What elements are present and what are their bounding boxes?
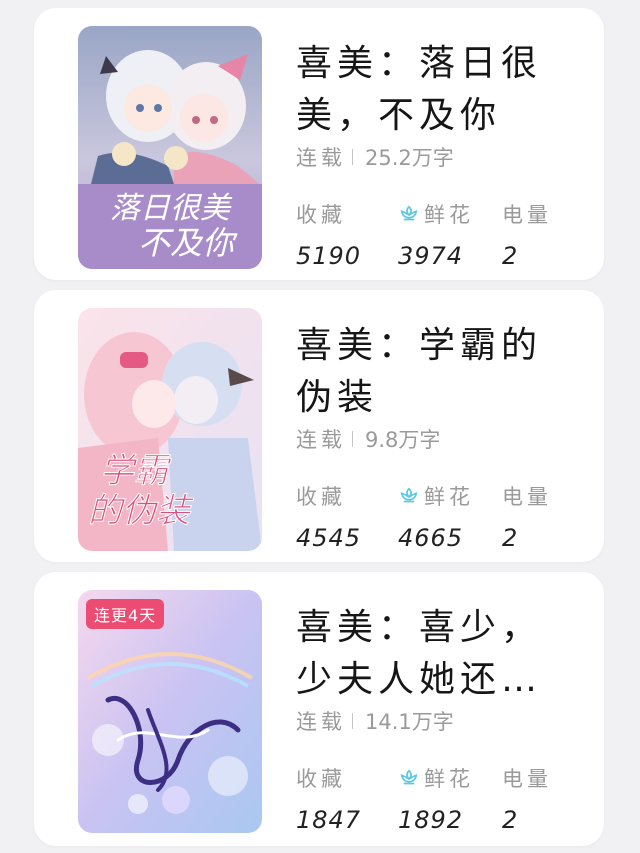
flower-icon — [400, 205, 418, 221]
stat-flowers: 鲜花 3974 — [398, 200, 474, 272]
svg-text:不及你: 不及你 — [138, 224, 238, 262]
stat-label: 鲜花 — [424, 767, 474, 791]
book-list: 落日很美 不及你 喜美：落日很美，不及你 连载 25.2万字 收藏 5190 鲜… — [0, 0, 640, 853]
book-cover-art: 落日很美 不及你 — [78, 26, 262, 269]
stat-value: 1847 — [296, 806, 362, 834]
stat-value: 2 — [502, 806, 519, 834]
svg-text:的伪装: 的伪装 — [88, 491, 194, 531]
stat-favorites: 收藏 4545 — [296, 482, 361, 554]
book-title[interactable]: 喜美：落日很美，不及你 — [296, 38, 566, 142]
stat-value: 3974 — [398, 242, 464, 270]
book-meta: 连载 25.2万字 — [296, 144, 454, 170]
stat-value: 2 — [502, 242, 519, 270]
stat-label: 电量 — [502, 203, 552, 227]
stat-flowers: 鲜花 1892 — [398, 764, 474, 836]
svg-text:学霸: 学霸 — [100, 451, 172, 491]
book-stats: 收藏 4545 鲜花 4665 电量 2 — [296, 482, 586, 562]
stat-value: 5190 — [296, 242, 362, 270]
update-streak-badge: 连更4天 — [86, 599, 165, 629]
stat-value: 2 — [502, 524, 519, 552]
book-meta: 连载 9.8万字 — [296, 426, 440, 452]
book-title[interactable]: 喜美：喜少，少夫人她还… — [296, 602, 566, 706]
stat-power: 电量 2 — [502, 482, 552, 554]
flower-icon — [400, 487, 418, 503]
word-count: 14.1万字 — [365, 710, 454, 734]
stat-label: 电量 — [502, 485, 552, 509]
stat-power: 电量 2 — [502, 200, 552, 272]
book-stats: 收藏 5190 鲜花 3974 电量 2 — [296, 200, 586, 280]
book-meta: 连载 14.1万字 — [296, 708, 454, 734]
stat-value: 4545 — [296, 524, 362, 552]
status-label: 连载 — [296, 710, 346, 734]
stat-label: 鲜花 — [424, 203, 474, 227]
stat-value: 4665 — [398, 524, 464, 552]
book-cover[interactable]: 学霸 的伪装 — [78, 308, 262, 551]
stat-label: 收藏 — [296, 485, 346, 509]
stat-flowers: 鲜花 4665 — [398, 482, 474, 554]
word-count: 25.2万字 — [365, 146, 454, 170]
word-count: 9.8万字 — [365, 428, 441, 452]
stat-favorites: 收藏 5190 — [296, 200, 361, 272]
stat-label: 收藏 — [296, 203, 346, 227]
stat-power: 电量 2 — [502, 764, 552, 836]
stat-label: 收藏 — [296, 767, 346, 791]
meta-divider — [352, 149, 353, 165]
book-cover[interactable]: 连更4天 — [78, 590, 262, 833]
stat-label: 电量 — [502, 767, 552, 791]
meta-divider — [352, 713, 353, 729]
stat-favorites: 收藏 1847 — [296, 764, 361, 836]
book-card[interactable]: 落日很美 不及你 喜美：落日很美，不及你 连载 25.2万字 收藏 5190 鲜… — [34, 8, 604, 280]
svg-text:落日很美: 落日很美 — [110, 191, 233, 226]
flower-icon — [400, 769, 418, 785]
stat-value: 1892 — [398, 806, 464, 834]
status-label: 连载 — [296, 428, 346, 452]
book-title[interactable]: 喜美：学霸的伪装 — [296, 320, 566, 424]
book-card[interactable]: 学霸 的伪装 喜美：学霸的伪装 连载 9.8万字 收藏 4545 鲜花 4665… — [34, 290, 604, 562]
book-card[interactable]: 连更4天 喜美：喜少，少夫人她还… 连载 14.1万字 收藏 1847 鲜花 1… — [34, 572, 604, 846]
book-stats: 收藏 1847 鲜花 1892 电量 2 — [296, 764, 586, 844]
meta-divider — [352, 431, 353, 447]
book-cover[interactable]: 落日很美 不及你 — [78, 26, 262, 269]
book-cover-art: 学霸 的伪装 — [78, 308, 262, 551]
stat-label: 鲜花 — [424, 485, 474, 509]
status-label: 连载 — [296, 146, 346, 170]
